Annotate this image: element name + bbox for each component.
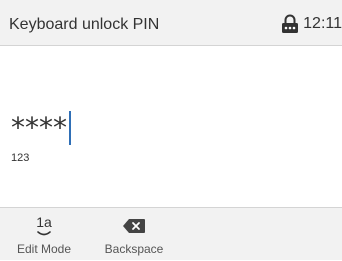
lock-keypad-icon [282,14,299,33]
pin-entry-area: **** 123 [0,46,342,207]
pin-input-field[interactable]: **** [11,110,71,146]
edit-mode-icon-wrap: 1a [32,214,56,238]
pin-masked-value: **** [11,111,67,144]
status-area: 12:11 [281,13,342,35]
text-cursor [69,111,71,145]
backspace-icon-wrap [122,214,146,238]
edit-mode-icon: 1a [32,214,56,238]
edit-mode-label: Edit Mode [16,242,72,256]
backspace-button[interactable]: Backspace [94,208,174,261]
backspace-label: Backspace [104,242,164,256]
softkey-bar: 1a Edit Mode Backspace [0,207,342,260]
backspace-icon [123,219,145,233]
clock: 12:11 [303,15,342,32]
screen-title: Keyboard unlock PIN [9,16,160,33]
edit-mode-smile [37,231,51,236]
title-bar: Keyboard unlock PIN 12:11 [0,0,342,46]
edit-mode-button[interactable]: 1a Edit Mode [6,208,82,261]
input-mode-indicator: 123 [11,152,30,164]
